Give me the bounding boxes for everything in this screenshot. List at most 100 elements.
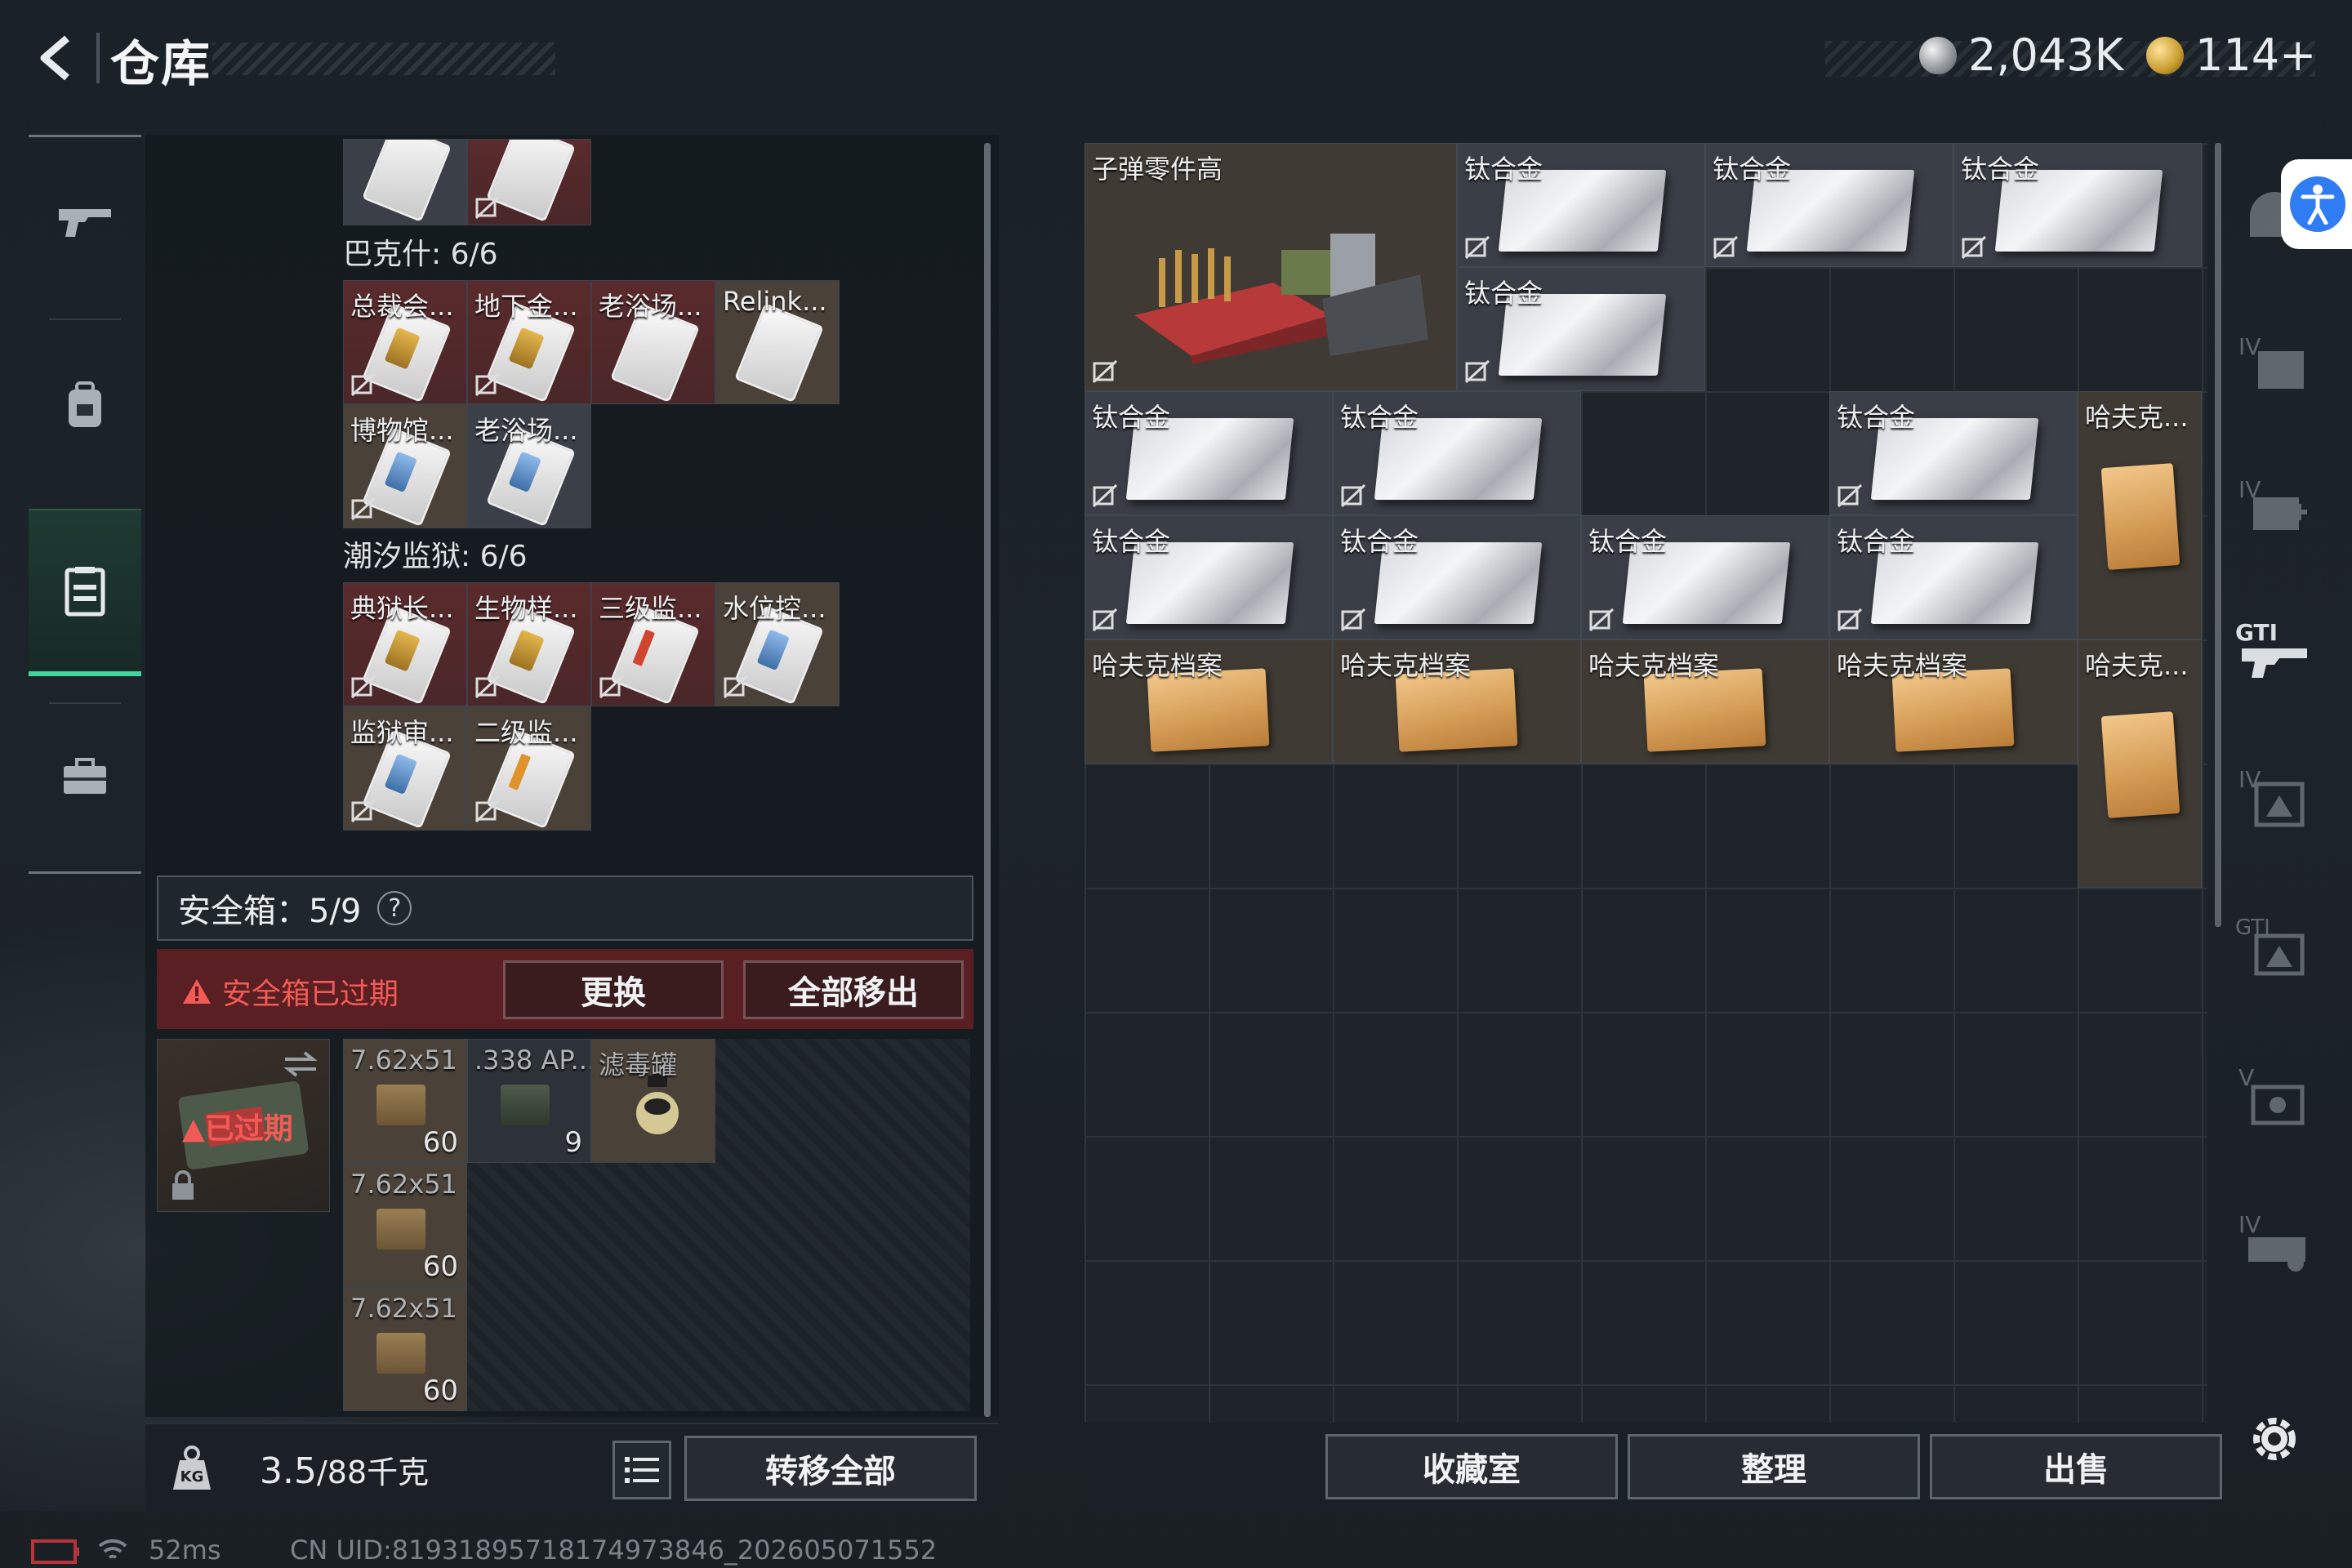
untradeable-icon [1713, 235, 1739, 260]
item-cell[interactable]: 钛合金 [1085, 515, 1333, 639]
item-label: 钛合金 [1837, 526, 1916, 557]
svg-text:IV: IV [2238, 1211, 2261, 1238]
nav-item-weapons[interactable] [29, 137, 141, 305]
item-label: 哈夫克档案 [1588, 650, 1720, 681]
item-cell[interactable]: 哈夫克... [2078, 391, 2202, 639]
untradeable-icon [1961, 235, 1987, 260]
item-label: 监狱审... [350, 717, 454, 748]
item-cell[interactable]: 典狱长... [343, 582, 467, 706]
replace-button[interactable]: 更换 [503, 960, 724, 1019]
item-label: 哈夫克档案 [1837, 650, 1968, 681]
inventory-scrollbar[interactable] [984, 143, 991, 1417]
item-cell[interactable]: 三级监... [591, 582, 715, 706]
v-safe-icon[interactable]: V [2234, 1058, 2315, 1131]
item-cell[interactable]: 滤毒罐 [591, 1039, 715, 1163]
iv-folder-icon[interactable]: IV [2234, 327, 2315, 400]
item-cell[interactable]: 总裁会... [343, 280, 467, 404]
item-cell[interactable]: 钛合金 [1581, 515, 1829, 639]
item-cell[interactable]: 地下金... [467, 280, 591, 404]
gold-currency[interactable]: 114+ [2146, 29, 2316, 81]
transfer-all-button[interactable]: 转移全部 [684, 1436, 977, 1501]
item-cell[interactable]: 钛合金 [1085, 391, 1333, 515]
item-label: 钛合金 [1464, 278, 1544, 309]
collection-room-button[interactable]: 收藏室 [1325, 1434, 1618, 1499]
list-icon [625, 1457, 659, 1483]
item-label: .338 AP... [474, 1045, 591, 1076]
item-label: 钛合金 [1961, 154, 2040, 185]
item-cell[interactable]: 7.62x51 60 [343, 1287, 467, 1411]
iv-vehicle-icon[interactable]: IV [2234, 1205, 2315, 1278]
item-cell[interactable]: 钛合金 [1829, 515, 2078, 639]
storage-grid: 子弹零件高 钛合金 钛合金 钛合金 钛合金 钛合金 钛合金 钛合金 哈夫克...… [1085, 143, 2207, 1425]
item-label: 钛合金 [1588, 526, 1668, 557]
item-cell[interactable]: 钛合金 [1829, 391, 2078, 515]
item-label: 哈夫克档案 [1340, 650, 1472, 681]
gti-armor-icon[interactable]: GTI [2234, 906, 2315, 980]
list-view-button[interactable] [612, 1441, 671, 1499]
accessibility-button[interactable] [2281, 159, 2352, 249]
remove-all-button[interactable]: 全部移出 [743, 960, 964, 1019]
sort-button[interactable]: 整理 [1628, 1434, 1920, 1499]
item-cell[interactable]: 二级监... [467, 706, 591, 831]
weight-total: /88千克 [316, 1454, 430, 1490]
item-label: 水位控... [723, 593, 826, 624]
nav-item-storage[interactable] [29, 509, 141, 676]
item-cell[interactable]: 水位控... [715, 582, 840, 706]
capacity-bar: KG 3.5/88千克 转移全部 [145, 1423, 999, 1512]
side-nav [29, 135, 141, 874]
silver-currency: 2,043K [1919, 29, 2123, 81]
nav-item-backpack[interactable] [29, 321, 141, 488]
item-cell[interactable]: 子弹零件高 [1085, 143, 1457, 391]
item-label: 7.62x51 [350, 1293, 457, 1324]
silver-coin-icon [1919, 36, 1957, 74]
item-cell[interactable]: 老浴场... [591, 280, 715, 404]
safe-case-slot[interactable]: ▲已过期 [157, 1039, 330, 1212]
item-label: 老浴场... [599, 291, 702, 322]
item-cell[interactable]: 7.62x51 60 [343, 1163, 467, 1287]
item-cell[interactable]: 生物样... [467, 582, 591, 706]
gas-filter-icon [636, 1076, 679, 1134]
item-cell[interactable]: 哈夫克档案 [1581, 639, 1829, 764]
backpack-icon [69, 381, 101, 427]
untradeable-icon [1464, 235, 1490, 260]
item-cell[interactable]: 哈夫克档案 [1333, 639, 1581, 764]
nav-item-briefcase[interactable] [29, 693, 141, 860]
item-cell[interactable]: 钛合金 [1953, 143, 2202, 267]
item-cell[interactable]: 老浴场... [467, 404, 591, 528]
item-cell[interactable]: 哈夫克... [2078, 639, 2202, 888]
storage-scrollbar[interactable] [2215, 143, 2221, 927]
item-label: Relink... [723, 286, 827, 317]
untradeable-icon [1588, 608, 1615, 632]
item-cell[interactable]: 博物馆... [343, 404, 467, 528]
item-cell[interactable]: 钛合金 [1457, 143, 1705, 267]
iv-medkit-icon[interactable]: IV [2234, 470, 2315, 543]
item-cell[interactable]: 钛合金 [1457, 267, 1705, 391]
iv-armor-icon[interactable]: IV [2234, 760, 2315, 833]
item-cell[interactable] [467, 139, 591, 225]
sell-button[interactable]: 出售 [1930, 1434, 2222, 1499]
item-cell[interactable]: 7.62x51 M... 60 [343, 1039, 467, 1163]
item-label: 钛合金 [1837, 402, 1916, 433]
item-cell[interactable]: 钛合金 [1705, 143, 1953, 267]
item-cell[interactable]: 监狱审... [343, 706, 467, 831]
lock-icon [172, 1170, 194, 1200]
gear-icon[interactable] [2246, 1410, 2303, 1468]
item-cell[interactable]: .338 AP... 9 [467, 1039, 591, 1163]
help-icon[interactable]: ? [377, 891, 412, 925]
wifi-icon [98, 1539, 127, 1559]
back-button[interactable] [24, 29, 90, 87]
back-arrow-icon [40, 35, 69, 81]
item-label: 典狱长... [350, 593, 454, 624]
gti-gun-icon[interactable]: GTI [2234, 612, 2315, 686]
bullet-parts-icon [1134, 234, 1428, 364]
item-cell[interactable]: 钛合金 [1333, 515, 1581, 639]
untradeable-icon [350, 675, 376, 699]
swap-icon [283, 1051, 318, 1077]
item-cell[interactable]: 哈夫克档案 [1085, 639, 1333, 764]
section-title: 潮汐监狱: 6/6 [343, 540, 528, 573]
item-cell[interactable]: 哈夫克档案 [1829, 639, 2078, 764]
item-cell[interactable] [343, 139, 467, 225]
item-cell[interactable]: 钛合金 [1333, 391, 1581, 515]
item-cell[interactable]: Relink... [715, 280, 840, 404]
storage-actions: 收藏室 整理 出售 [1085, 1423, 2222, 1512]
